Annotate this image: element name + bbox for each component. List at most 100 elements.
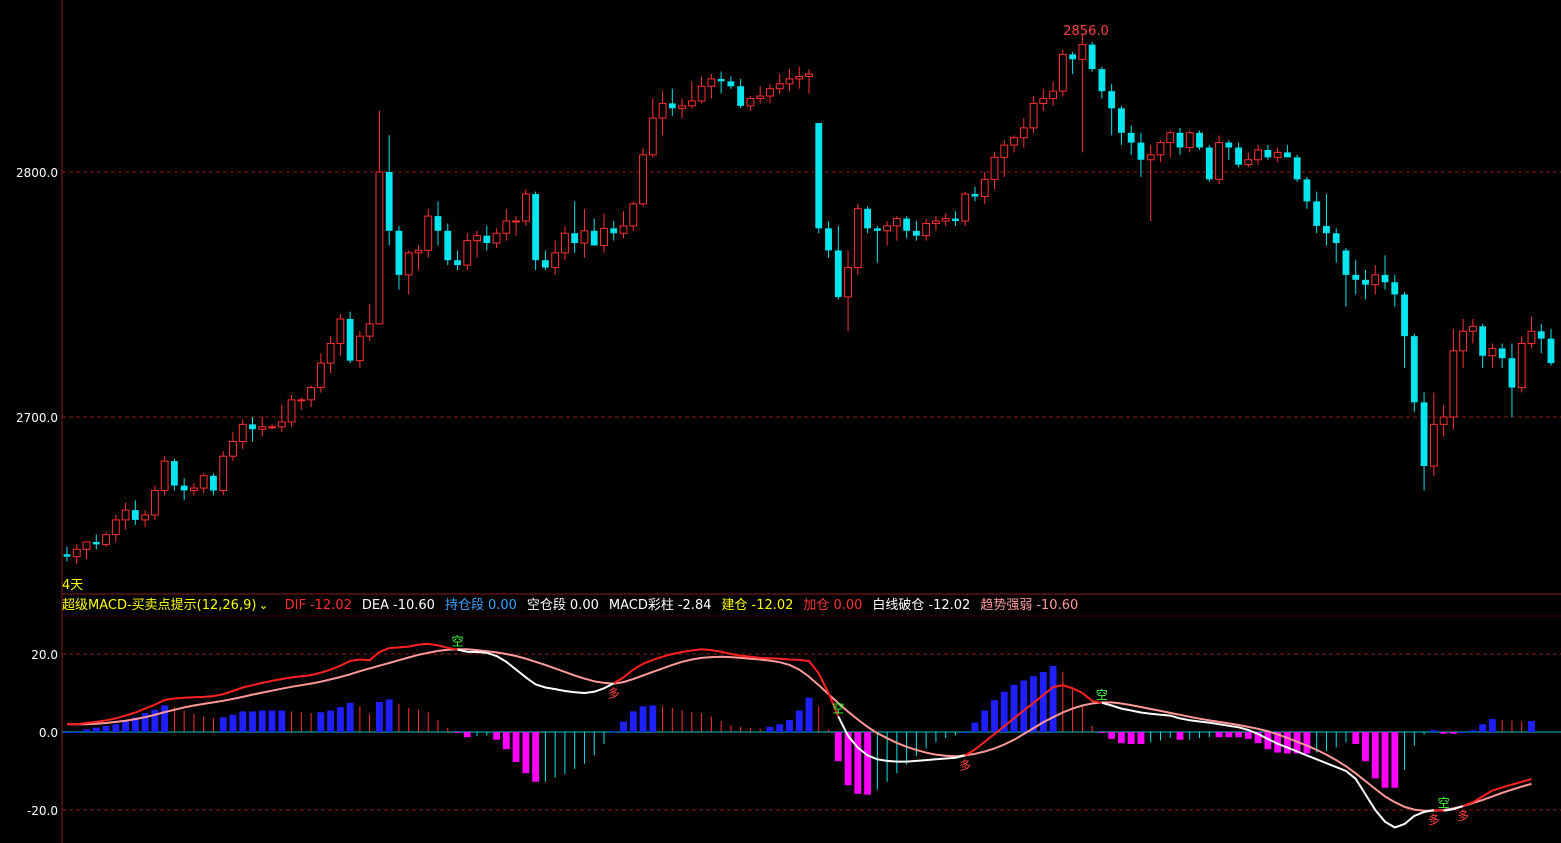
candle-body-down bbox=[1352, 274, 1360, 280]
long-signal-marker: 多 bbox=[959, 758, 971, 772]
candle-layer[interactable] bbox=[63, 34, 1555, 564]
candlestick bbox=[190, 483, 198, 496]
candlestick bbox=[815, 123, 823, 234]
candle-body-up bbox=[219, 455, 228, 492]
candlestick bbox=[483, 225, 491, 251]
candle-body-up bbox=[707, 78, 716, 87]
candle-body-up bbox=[1459, 330, 1468, 352]
candlestick bbox=[834, 225, 842, 300]
candlestick bbox=[210, 473, 217, 496]
candlestick bbox=[277, 404, 286, 432]
candle-body-up bbox=[805, 73, 813, 77]
candlestick bbox=[795, 66, 804, 89]
candlestick bbox=[170, 458, 178, 491]
candle-body-down bbox=[825, 228, 832, 251]
indicator-item-label: 白线破仓 bbox=[872, 598, 925, 613]
candle-body-up bbox=[746, 98, 755, 107]
candle-body-down bbox=[1176, 132, 1184, 148]
macd-tick-20: 20.0 bbox=[31, 648, 58, 662]
candle-body-down bbox=[1088, 44, 1096, 70]
kline-chart[interactable]: 2800.0 2700.0 2856.0 20.0 0.0 -20.0 空多空多… bbox=[0, 0, 1561, 843]
histogram-bar bbox=[122, 720, 129, 732]
candlestick bbox=[268, 424, 276, 430]
candlestick bbox=[82, 541, 91, 560]
candlestick bbox=[404, 250, 413, 295]
histogram-bar bbox=[73, 732, 81, 733]
candle-body-down bbox=[1362, 279, 1369, 285]
candle-body-down bbox=[1332, 233, 1340, 244]
candlestick bbox=[1303, 176, 1311, 209]
candlestick bbox=[805, 69, 813, 94]
indicator-item-value: 0.00 bbox=[833, 598, 863, 613]
candlestick bbox=[1273, 147, 1282, 163]
candle-body-up bbox=[238, 423, 247, 443]
candle-body-up bbox=[1244, 159, 1253, 166]
candle-body-down bbox=[571, 233, 579, 244]
indicator-name[interactable]: 超级MACD-买卖点提示(12,26,9) bbox=[62, 598, 256, 613]
candlestick bbox=[687, 81, 696, 109]
candlestick bbox=[668, 88, 676, 116]
candlestick bbox=[825, 221, 832, 258]
candle-body-up bbox=[502, 220, 511, 234]
histogram-bar bbox=[1098, 732, 1106, 733]
candlestick bbox=[1293, 154, 1301, 182]
candle-body-up bbox=[775, 83, 784, 90]
histogram-bar bbox=[620, 721, 627, 732]
candle-body-up bbox=[1029, 102, 1038, 129]
candlestick bbox=[912, 221, 920, 241]
histogram-bar bbox=[834, 732, 842, 762]
candlestick bbox=[160, 456, 169, 496]
histogram-bar bbox=[336, 707, 344, 732]
max-price-label: 2856.0 bbox=[1063, 24, 1109, 39]
candlestick bbox=[971, 186, 979, 202]
candle-body-up bbox=[375, 171, 384, 325]
histogram-bar bbox=[1489, 719, 1496, 732]
candlestick bbox=[532, 191, 540, 270]
macd-lines bbox=[67, 642, 1532, 829]
dif-line-down bbox=[457, 648, 615, 695]
candle-body-up bbox=[1049, 90, 1057, 100]
candle-body-down bbox=[346, 319, 354, 361]
candle-body-down bbox=[532, 194, 540, 261]
candlestick bbox=[1352, 260, 1360, 295]
candlestick bbox=[873, 225, 881, 263]
indicator-values: DIF -12.02 DEA -10.60 持仓段 0.00 空仓段 0.00 MACD彩柱 -2… bbox=[285, 598, 1089, 613]
indicator-item: DEA -10.60 bbox=[362, 598, 435, 613]
candlestick bbox=[473, 230, 481, 258]
candle-body-up bbox=[229, 441, 237, 457]
indicator-item-value: -2.84 bbox=[677, 598, 712, 613]
candle-body-down bbox=[1196, 132, 1203, 148]
candle-body-up bbox=[795, 75, 804, 80]
dif-line-up bbox=[1433, 809, 1444, 812]
candlestick bbox=[141, 510, 150, 528]
candle-body-up bbox=[414, 249, 423, 254]
indicator-item-value: 0.00 bbox=[487, 598, 517, 613]
indicator-item-value: -12.02 bbox=[751, 598, 794, 613]
candlestick bbox=[316, 353, 325, 393]
candlestick bbox=[92, 534, 100, 550]
histogram-bar bbox=[1479, 724, 1487, 732]
candlestick bbox=[424, 208, 433, 258]
chevron-down-icon[interactable]: ⌄ bbox=[258, 598, 268, 612]
histogram-bar bbox=[532, 732, 540, 782]
candlestick bbox=[903, 216, 911, 239]
histogram-bar bbox=[1430, 730, 1438, 732]
candle-body-down bbox=[1293, 157, 1301, 180]
candlestick bbox=[561, 225, 569, 261]
candlestick bbox=[102, 532, 110, 547]
candlestick bbox=[1371, 265, 1380, 295]
histogram-bar bbox=[864, 732, 871, 795]
indicator-item: 趋势强弱 -10.60 bbox=[980, 598, 1078, 613]
candlestick bbox=[355, 331, 364, 368]
indicator-item: 白线破仓 -12.02 bbox=[872, 598, 970, 613]
candlestick bbox=[1088, 42, 1096, 72]
histogram-bar bbox=[1469, 730, 1477, 732]
histogram-bar bbox=[1528, 721, 1535, 732]
candlestick bbox=[1205, 145, 1213, 182]
price-tick-2700: 2700.0 bbox=[16, 411, 58, 425]
candle-body-up bbox=[1058, 53, 1067, 92]
candle-body-up bbox=[365, 323, 374, 337]
histogram-bar bbox=[1440, 732, 1448, 734]
histogram-bar bbox=[317, 712, 325, 732]
candlestick bbox=[375, 110, 384, 325]
